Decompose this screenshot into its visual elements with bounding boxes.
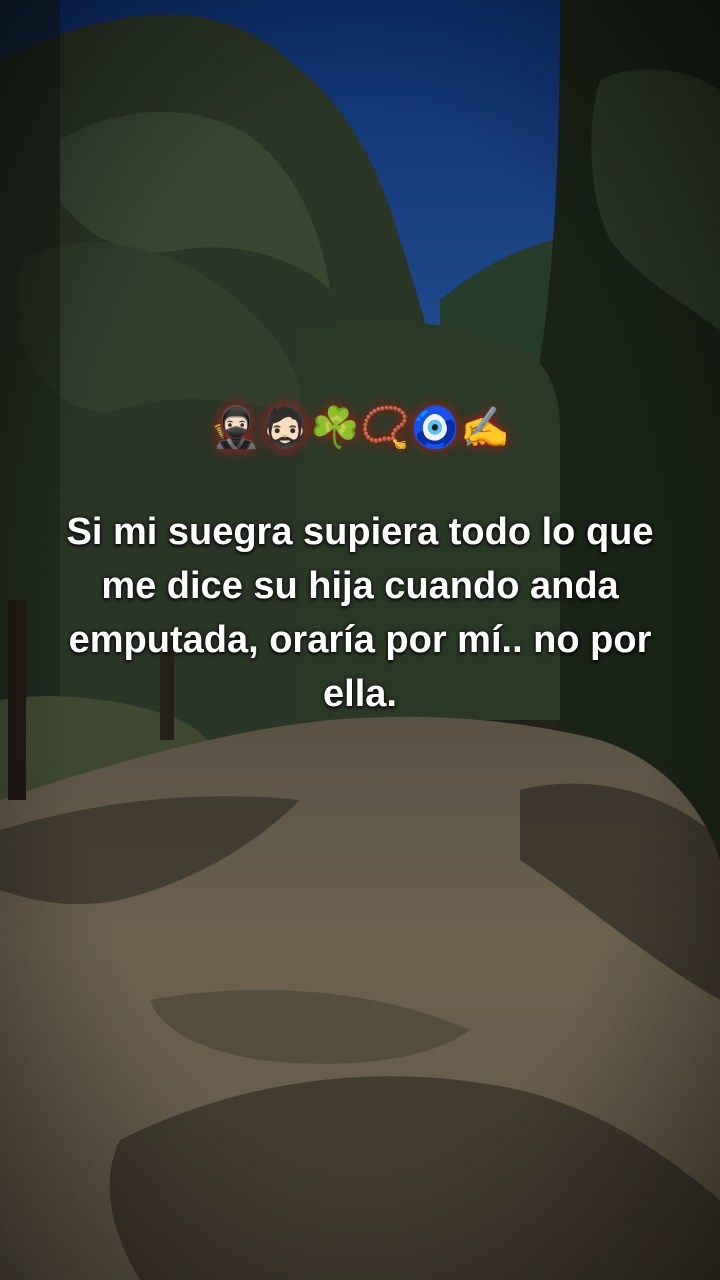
prayer-beads-emoji-icon: 📿 — [360, 405, 412, 451]
bearded-man-emoji-icon: 🧔🏻 — [260, 405, 312, 451]
emoji-row: 🥷🏻🧔🏻☘️📿🧿✍️ — [0, 398, 720, 458]
shamrock-emoji-icon: ☘️ — [310, 405, 362, 451]
writing-hand-emoji-icon: ✍️ — [460, 405, 512, 451]
video-frame: 🥷🏻🧔🏻☘️📿🧿✍️ Si mi suegra supiera todo lo … — [0, 0, 720, 1280]
nazar-amulet-emoji-icon: 🧿 — [410, 405, 462, 451]
caption-text: Si mi suegra supiera todo lo que me dice… — [66, 511, 654, 715]
ninja-emoji-icon: 🥷🏻 — [210, 405, 262, 451]
